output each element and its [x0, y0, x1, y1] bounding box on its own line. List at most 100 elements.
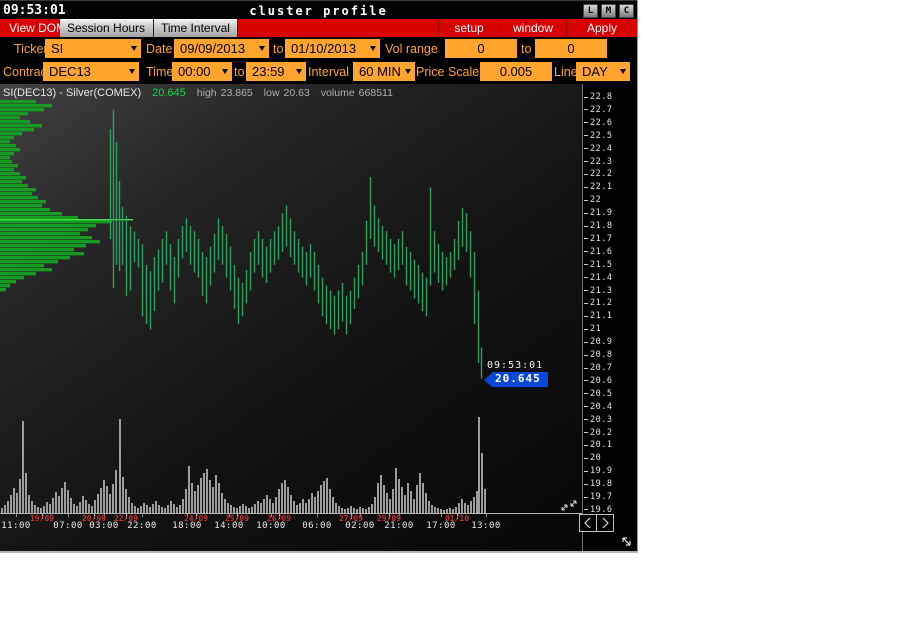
y-axis-label: 21.1	[584, 311, 612, 321]
y-axis-label: 20.3	[584, 415, 612, 425]
chevron-down-icon	[129, 69, 135, 74]
y-axis-label: 22.3	[584, 157, 612, 167]
price-scale-field[interactable]: 0.005	[480, 62, 552, 81]
date-label: Date	[146, 42, 172, 56]
date-to-select[interactable]: 01/10/2013	[285, 39, 380, 58]
menu-bar: View DOM Session Hours Time Interval set…	[0, 19, 637, 37]
time-label: Time	[146, 65, 173, 79]
chevron-down-icon	[370, 46, 376, 51]
apply-button[interactable]: Apply	[566, 19, 637, 37]
y-axis-label: 21.3	[584, 286, 612, 296]
x-axis-time-label: 21:00	[384, 521, 414, 531]
date-from-select[interactable]: 09/09/2013	[174, 39, 269, 58]
chart-plot-area[interactable]: SI(DEC13) - Silver(COMEX) 20.645 high23.…	[0, 84, 582, 551]
window-title: cluster profile	[0, 4, 637, 18]
chart-header: SI(DEC13) - Silver(COMEX) 20.645 high23.…	[3, 87, 393, 99]
title-bar: 09:53:01 cluster profile L M C	[0, 0, 637, 20]
tab-time-interval[interactable]: Time Interval	[154, 19, 238, 37]
time-from-select[interactable]: 00:00	[172, 62, 232, 81]
menu-actions: setup window Apply	[438, 19, 637, 37]
window-button-m[interactable]: M	[601, 4, 616, 18]
window-button[interactable]: window	[499, 19, 566, 37]
chevron-down-icon	[131, 46, 137, 51]
y-axis-label: 22.1	[584, 182, 612, 192]
interval-select[interactable]: 60 MIN	[353, 62, 415, 81]
window-buttons: L M C	[583, 4, 634, 18]
x-axis-time-label: 03:00	[89, 521, 119, 531]
y-axis-label: 22.7	[584, 105, 612, 115]
chevron-down-icon	[405, 69, 411, 74]
y-axis-label: 22.6	[584, 118, 612, 128]
symbol-label: SI(DEC13) - Silver(COMEX)	[3, 87, 141, 99]
date-to-label: to	[273, 42, 283, 56]
param-row-2: Contract DEC13 Time 00:00 to 23:59 Inter…	[0, 60, 637, 84]
x-axis-time-label: 22:00	[127, 521, 157, 531]
time-to-label: to	[234, 65, 244, 79]
y-axis-label: 22.2	[584, 169, 612, 179]
y-axis-label: 21.5	[584, 260, 612, 270]
last-trade-time: 09:53:01	[487, 360, 543, 371]
last-price-tag: 20.645	[484, 372, 548, 387]
y-axis-label: 21.7	[584, 234, 612, 244]
y-axis-label: 20.2	[584, 428, 612, 438]
y-axis-label: 20.4	[584, 402, 612, 412]
chevron-down-icon	[259, 46, 265, 51]
window-button-l[interactable]: L	[583, 4, 598, 18]
x-axis-date-label: 19/09	[30, 514, 54, 523]
chevron-down-icon	[222, 69, 228, 74]
time-to-select[interactable]: 23:59	[246, 62, 306, 81]
y-axis-label: 20.6	[584, 376, 612, 386]
last-price: 20.645	[152, 87, 186, 99]
chevron-down-icon	[296, 69, 302, 74]
price-axis: 22.822.722.622.522.422.322.222.12221.921…	[582, 84, 637, 551]
y-axis-label: 19.9	[584, 466, 612, 476]
y-axis-label: 20.7	[584, 363, 612, 373]
y-axis-label: 21.9	[584, 208, 612, 218]
param-row-1: Ticker SI Date 09/09/2013 to 01/10/2013 …	[0, 37, 637, 60]
vol-to-field[interactable]: 0	[535, 39, 607, 58]
y-axis-label: 21	[584, 324, 601, 334]
y-axis-label: 20.9	[584, 337, 612, 347]
y-axis-label: 21.8	[584, 221, 612, 231]
vol-to-label: to	[521, 42, 531, 56]
x-axis-time-label: 10:00	[256, 521, 286, 531]
time-axis: 19/0920/0922/0924/0925/0926/0927/0929/09…	[0, 514, 582, 535]
y-axis-label: 22.8	[584, 92, 612, 102]
y-axis-label: 20	[584, 453, 601, 463]
tab-session-hours[interactable]: Session Hours	[60, 19, 154, 37]
x-axis-time-label: 06:00	[302, 521, 332, 531]
x-axis-time-label: 17:00	[426, 521, 456, 531]
horizontal-scrollbar	[579, 514, 614, 532]
x-axis-time-label: 18:00	[172, 521, 202, 531]
window-button-c[interactable]: C	[619, 4, 634, 18]
low-stat: low20.63	[264, 87, 310, 99]
vol-range-label: Vol range	[385, 42, 438, 56]
y-axis-label: 22.5	[584, 131, 612, 141]
ticker-select[interactable]: SI	[45, 39, 141, 58]
y-axis-label: 20.1	[584, 440, 612, 450]
x-axis-time-label: 14:00	[214, 521, 244, 531]
setup-button[interactable]: setup	[438, 19, 499, 37]
cluster-profile-window: 09:53:01 cluster profile L M C View DOM …	[0, 0, 638, 553]
resize-grip-icon[interactable]	[620, 535, 633, 548]
price-scale-label: Price Scale	[416, 65, 479, 79]
price-tag-pointer-icon	[484, 373, 492, 387]
ticker-label: Ticker	[14, 42, 48, 56]
line-label: Line	[554, 65, 578, 79]
pan-arrows-icon[interactable]	[559, 497, 579, 513]
contract-select[interactable]: DEC13	[43, 62, 139, 81]
interval-label: Interval	[308, 65, 349, 79]
x-axis-time-label: 02:00	[345, 521, 375, 531]
vol-from-field[interactable]: 0	[445, 39, 517, 58]
scroll-right-button[interactable]	[597, 514, 614, 532]
chevron-down-icon	[620, 69, 626, 74]
y-axis-label: 21.4	[584, 273, 612, 283]
y-axis-label: 20.5	[584, 389, 612, 399]
y-axis-label: 20.8	[584, 350, 612, 360]
scroll-left-button[interactable]	[579, 514, 597, 532]
high-stat: high23.865	[197, 87, 253, 99]
x-axis-time-label: 07:00	[53, 521, 83, 531]
line-select[interactable]: DAY	[576, 62, 630, 81]
price-chart	[0, 84, 582, 533]
y-axis-label: 21.2	[584, 298, 612, 308]
